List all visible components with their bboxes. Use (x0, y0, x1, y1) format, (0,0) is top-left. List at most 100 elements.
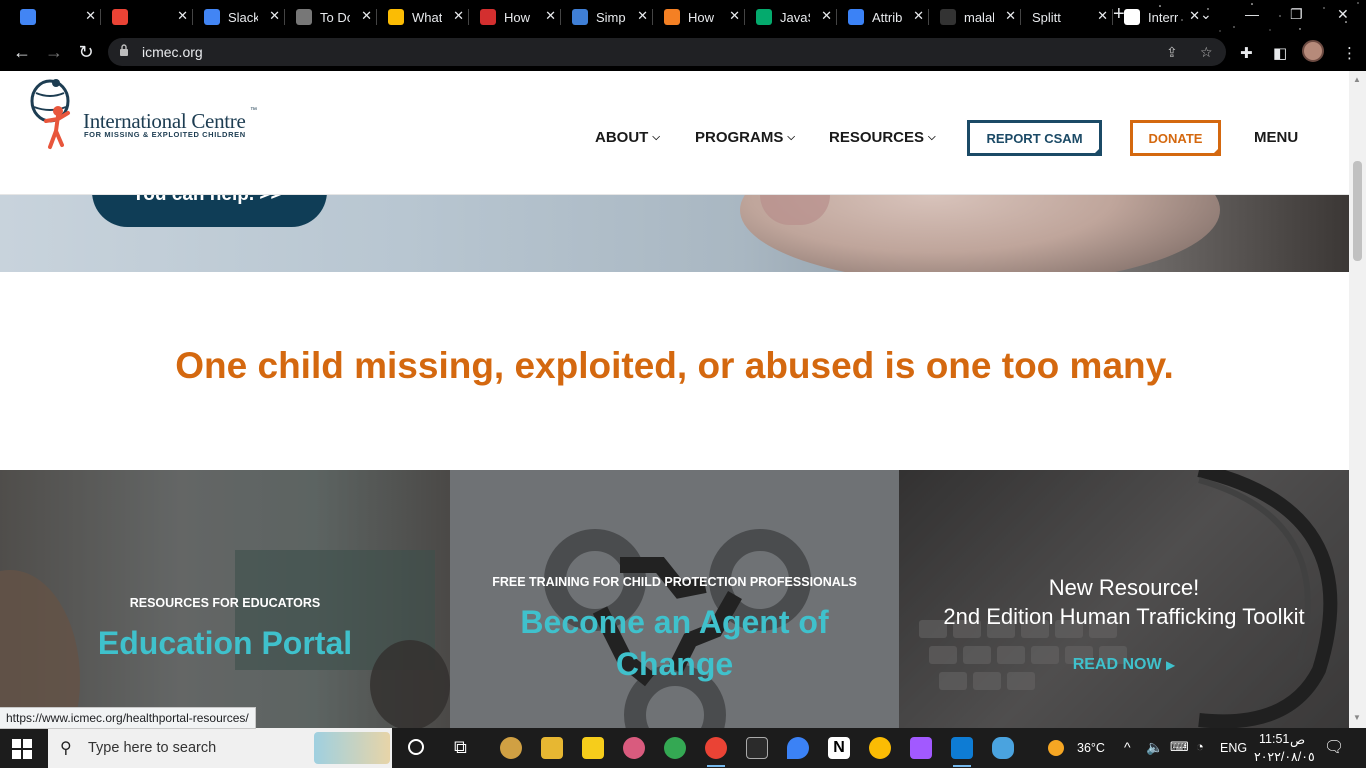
weather-temperature[interactable]: 36°C (1077, 741, 1105, 755)
toolkit-line1: New Resource! (1048, 575, 1200, 600)
page-viewport: International Centre ™ FOR MISSING & EXP… (0, 71, 1349, 728)
taskbar-search-input[interactable]: ⚲ Type here to search (48, 728, 392, 768)
chevron-down-icon: ⌵ (928, 132, 936, 143)
wifi-icon[interactable]: ◔ (1196, 739, 1204, 754)
search-icon: ⚲ (60, 740, 72, 757)
close-tab-icon[interactable]: ✕ (1005, 8, 1016, 24)
paint-icon[interactable] (623, 737, 645, 759)
browser-tab[interactable]: What ✕ (380, 2, 468, 32)
clock-time[interactable]: 11:51 (1259, 732, 1289, 746)
more-menu-icon[interactable]: ⋮ (1342, 44, 1357, 62)
close-tab-icon[interactable]: ✕ (269, 8, 280, 24)
chevron-down-icon: ⌵ (787, 132, 795, 143)
close-tab-icon[interactable]: ✕ (1189, 8, 1200, 24)
file-explorer-icon[interactable] (541, 737, 563, 759)
task-view-icon[interactable]: ⧉ (454, 737, 467, 758)
education-portal-card[interactable]: RESOURCES FOR EDUCATORS Education Portal (0, 470, 450, 728)
terminal-icon[interactable] (746, 737, 768, 759)
input-language[interactable]: ENG (1220, 741, 1247, 755)
browser-tab[interactable]: How ✕ (656, 2, 744, 32)
forward-arrow-icon[interactable]: → (42, 41, 66, 65)
search-highlight-art (314, 732, 390, 764)
new-tab-button[interactable]: + (1113, 3, 1125, 26)
notification-icon[interactable]: 🗨 (1324, 737, 1344, 757)
volume-icon[interactable]: 🔈 (1146, 739, 1163, 756)
close-tab-icon[interactable]: ✕ (729, 8, 740, 24)
chrome-icon[interactable] (664, 737, 686, 759)
restore-button[interactable]: ❐ (1290, 6, 1303, 23)
minimize-button[interactable]: — (1245, 6, 1259, 22)
nav-resources-label: RESOURCES (829, 129, 925, 146)
sticky-notes-icon[interactable] (582, 737, 604, 759)
back-arrow-icon[interactable]: ← (10, 41, 34, 65)
cortana-icon[interactable] (408, 739, 424, 755)
close-tab-icon[interactable]: ✕ (545, 8, 556, 24)
vscode-icon[interactable] (951, 737, 973, 767)
bookmark-star-icon[interactable]: ☆ (1200, 44, 1213, 61)
google-icon (204, 9, 220, 25)
address-bar[interactable]: icmec.org ⇪ ☆ (108, 38, 1226, 66)
nav-resources[interactable]: RESOURCES ⌵ (829, 129, 936, 146)
icmec-logo[interactable]: International Centre ™ FOR MISSING & EXP… (28, 79, 268, 151)
tray-chevron-up-icon[interactable]: ^ (1124, 739, 1131, 755)
tab-separator (376, 9, 377, 25)
browser-tab[interactable]: Splitt ✕ (1024, 2, 1112, 32)
w3-icon (756, 9, 772, 25)
browser-tab[interactable]: ✕ (104, 2, 192, 32)
media-player-icon[interactable] (500, 737, 522, 759)
tab-separator (468, 9, 469, 25)
browser-tab[interactable]: Slack ✕ (196, 2, 284, 32)
sun-weather-icon[interactable] (1048, 740, 1064, 756)
tab-search-icon[interactable]: ⌄ (1200, 6, 1212, 23)
windows-start-icon[interactable] (12, 739, 32, 759)
browser-tab[interactable]: Simp ✕ (564, 2, 652, 32)
close-tab-icon[interactable]: ✕ (637, 8, 648, 24)
calendar-icon (20, 9, 36, 25)
share-icon[interactable]: ⇪ (1166, 44, 1178, 61)
side-panel-icon[interactable]: ◧ (1273, 44, 1287, 62)
clock-date[interactable]: ٢٠٢٢/٠٨/٠٥ (1254, 749, 1315, 764)
extensions-puzzle-icon[interactable]: ✚ (1240, 44, 1253, 62)
read-now-link[interactable]: READ NOW ▶ (899, 656, 1349, 674)
browser-tab[interactable]: malal ✕ (932, 2, 1020, 32)
tab-separator (836, 9, 837, 25)
close-window-button[interactable]: ✕ (1337, 6, 1349, 23)
browser-tab[interactable]: To Do ✕ (288, 2, 376, 32)
notion-icon[interactable]: N (828, 737, 850, 759)
droplet-app-icon[interactable] (787, 737, 809, 759)
browser-tab[interactable]: Interr ✕ (1116, 2, 1204, 32)
close-tab-icon[interactable]: ✕ (85, 8, 96, 24)
page-scrollbar[interactable]: ▲ ▼ (1349, 71, 1366, 728)
chrome-active-icon[interactable] (705, 737, 727, 767)
profile-avatar[interactable] (1302, 40, 1324, 62)
scroll-up-icon[interactable]: ▲ (1353, 75, 1361, 84)
page-tagline: One child missing, exploited, or abused … (175, 345, 1174, 386)
keyboard-icon[interactable]: ⌨ (1170, 739, 1189, 755)
report-csam-button[interactable]: REPORT CSAM (967, 120, 1102, 156)
agent-of-change-card[interactable]: FREE TRAINING FOR CHILD PROTECTION PROFE… (450, 470, 899, 728)
scrollbar-thumb[interactable] (1353, 161, 1362, 261)
chrome-profile-icon[interactable] (869, 737, 891, 759)
close-tab-icon[interactable]: ✕ (821, 8, 832, 24)
donate-button[interactable]: DONATE (1130, 120, 1221, 156)
azure-data-studio-icon[interactable] (992, 737, 1014, 759)
trafficking-toolkit-card[interactable]: New Resource! 2nd Edition Human Traffick… (899, 470, 1349, 728)
browser-tab[interactable]: Attrib ✕ (840, 2, 928, 32)
close-tab-icon[interactable]: ✕ (177, 8, 188, 24)
browser-tab[interactable]: ✕ (12, 2, 100, 32)
scroll-down-icon[interactable]: ▼ (1353, 713, 1361, 722)
nav-about[interactable]: ABOUT ⌵ (595, 129, 660, 146)
menu-button[interactable]: MENU (1254, 129, 1298, 146)
agent-kicker: FREE TRAINING FOR CHILD PROTECTION PROFE… (492, 575, 857, 589)
close-tab-icon[interactable]: ✕ (1097, 8, 1108, 24)
reload-icon[interactable]: ↻ (74, 41, 98, 65)
browser-tab[interactable]: JavaS ✕ (748, 2, 836, 32)
close-tab-icon[interactable]: ✕ (913, 8, 924, 24)
toolkit-line2: 2nd Edition Human Trafficking Toolkit (943, 604, 1305, 629)
close-tab-icon[interactable]: ✕ (361, 8, 372, 24)
nav-programs[interactable]: PROGRAMS ⌵ (695, 129, 795, 146)
browser-tab[interactable]: How ✕ (472, 2, 560, 32)
tab-separator (744, 9, 745, 25)
close-tab-icon[interactable]: ✕ (453, 8, 464, 24)
figma-icon[interactable] (910, 737, 932, 759)
